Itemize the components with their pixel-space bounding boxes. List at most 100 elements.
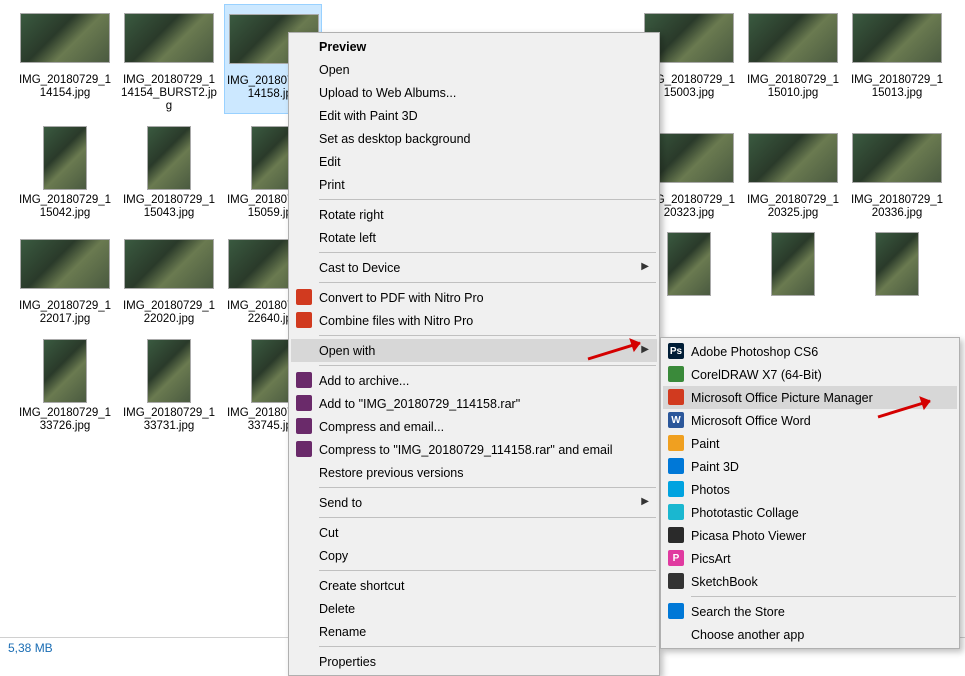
context-menu-item[interactable]: Rename: [291, 620, 657, 643]
thumbnail-image: [16, 4, 114, 72]
thumbnail-label: IMG_20180729_115043.jpg: [120, 194, 218, 220]
rar-icon: [295, 440, 313, 458]
context-menu-item[interactable]: Compress and email...: [291, 415, 657, 438]
annotation-arrow-1: [578, 337, 658, 365]
context-menu-item[interactable]: Print: [291, 173, 657, 196]
pc-icon: [667, 503, 685, 521]
thumbnail-item[interactable]: [848, 230, 946, 326]
context-menu-item[interactable]: Edit: [291, 150, 657, 173]
context-menu-label: Delete: [319, 602, 355, 616]
store-icon: [667, 602, 685, 620]
thumbnail-item[interactable]: IMG_20180729_114154.jpg: [16, 4, 114, 114]
context-menu-item[interactable]: Delete: [291, 597, 657, 620]
openwith-menu-label: Microsoft Office Picture Manager: [691, 391, 873, 405]
context-menu-label: Combine files with Nitro Pro: [319, 314, 473, 328]
openwith-menu-label: SketchBook: [691, 575, 758, 589]
openwith-menu-label: Adobe Photoshop CS6: [691, 345, 818, 359]
openwith-menu-item[interactable]: Photos: [663, 478, 957, 501]
thumbnail-item[interactable]: IMG_20180729_115010.jpg: [744, 4, 842, 114]
thumbnail-item[interactable]: [744, 230, 842, 326]
context-menu-item[interactable]: Copy: [291, 544, 657, 567]
ps-icon: Ps: [667, 342, 685, 360]
context-menu-item[interactable]: Add to "IMG_20180729_114158.rar": [291, 392, 657, 415]
thumbnail-item[interactable]: IMG_20180729_120336.jpg: [848, 124, 946, 220]
openwith-menu-label: Choose another app: [691, 628, 804, 642]
thumbnail-item[interactable]: IMG_20180729_120325.jpg: [744, 124, 842, 220]
thumbnail-image: [16, 230, 114, 298]
word-icon: W: [667, 411, 685, 429]
thumbnail-item[interactable]: IMG_20180729_122017.jpg: [16, 230, 114, 326]
openwith-menu-item[interactable]: SketchBook: [663, 570, 957, 593]
context-menu-item[interactable]: Combine files with Nitro Pro: [291, 309, 657, 332]
context-menu-item[interactable]: Cast to Device▶: [291, 256, 657, 279]
context-menu-item[interactable]: Rotate left: [291, 226, 657, 249]
context-menu-label: Restore previous versions: [319, 466, 464, 480]
openwith-menu-item[interactable]: Paint: [663, 432, 957, 455]
openwith-menu-separator: [691, 596, 956, 597]
nitro-icon: [295, 288, 313, 306]
context-menu-separator: [319, 252, 656, 253]
context-menu-item[interactable]: Upload to Web Albums...: [291, 81, 657, 104]
context-menu-item[interactable]: Compress to "IMG_20180729_114158.rar" an…: [291, 438, 657, 461]
context-menu-label: Rename: [319, 625, 366, 639]
context-menu-item[interactable]: Rotate right: [291, 203, 657, 226]
thumbnail-image: [744, 124, 842, 192]
openwith-menu-label: Picasa Photo Viewer: [691, 529, 806, 543]
thumbnail-item[interactable]: IMG_20180729_115042.jpg: [16, 124, 114, 220]
openwith-menu-item[interactable]: Search the Store: [663, 600, 957, 623]
context-menu-item[interactable]: Edit with Paint 3D: [291, 104, 657, 127]
context-menu-item[interactable]: Properties: [291, 650, 657, 673]
context-menu-separator: [319, 570, 656, 571]
thumbnail-image: [120, 4, 218, 72]
context-menu-label: Print: [319, 178, 345, 192]
context-menu-label: Cut: [319, 526, 338, 540]
sb-icon: [667, 572, 685, 590]
context-menu-separator: [319, 646, 656, 647]
context-menu-separator: [319, 282, 656, 283]
openwith-menu-item[interactable]: Ps Adobe Photoshop CS6: [663, 340, 957, 363]
thumbnail-label: IMG_20180729_122020.jpg: [120, 300, 218, 326]
thumbnail-label: IMG_20180729_120325.jpg: [744, 194, 842, 220]
openwith-menu-item[interactable]: Phototastic Collage: [663, 501, 957, 524]
context-menu-item[interactable]: Cut: [291, 521, 657, 544]
thumbnail-item[interactable]: IMG_20180729_122020.jpg: [120, 230, 218, 326]
openwith-menu-label: Photos: [691, 483, 730, 497]
context-menu-label: Compress and email...: [319, 420, 444, 434]
thumbnail-image: [120, 337, 218, 405]
context-menu-label: Open with: [319, 344, 375, 358]
context-menu-item[interactable]: Send to▶: [291, 491, 657, 514]
thumbnail-image: [848, 124, 946, 192]
rar-icon: [295, 417, 313, 435]
thumbnail-item[interactable]: IMG_20180729_133726.jpg: [16, 337, 114, 433]
openwith-menu-label: Phototastic Collage: [691, 506, 799, 520]
thumbnail-label: IMG_20180729_114154_BURST2.jpg: [120, 74, 218, 114]
thumbnail-item[interactable]: IMG_20180729_115013.jpg: [848, 4, 946, 114]
context-menu-item[interactable]: Convert to PDF with Nitro Pro: [291, 286, 657, 309]
openwith-menu-item[interactable]: Choose another app: [663, 623, 957, 646]
context-menu-label: Rotate right: [319, 208, 384, 222]
thumbnail-label: IMG_20180729_120336.jpg: [848, 194, 946, 220]
context-menu-label: Add to "IMG_20180729_114158.rar": [319, 397, 520, 411]
context-menu-item[interactable]: Restore previous versions: [291, 461, 657, 484]
context-menu-item[interactable]: Preview: [291, 35, 657, 58]
openwith-menu-item[interactable]: PPicsArt: [663, 547, 957, 570]
thumbnail-image: [120, 230, 218, 298]
thumbnail-image: [848, 230, 946, 298]
openwith-menu-item[interactable]: Picasa Photo Viewer: [663, 524, 957, 547]
thumbnail-label: IMG_20180729_133726.jpg: [16, 407, 114, 433]
context-menu-item[interactable]: Create shortcut: [291, 574, 657, 597]
p3d-icon: [667, 457, 685, 475]
openwith-menu-item[interactable]: CorelDRAW X7 (64-Bit): [663, 363, 957, 386]
annotation-arrow-2: [868, 395, 948, 423]
context-menu-label: Cast to Device: [319, 261, 400, 275]
openwith-submenu: Ps Adobe Photoshop CS6 CorelDRAW X7 (64-Bi…: [660, 337, 960, 649]
context-menu-item[interactable]: Open: [291, 58, 657, 81]
thumbnail-item[interactable]: IMG_20180729_115043.jpg: [120, 124, 218, 220]
thumbnail-item[interactable]: IMG_20180729_133731.jpg: [120, 337, 218, 433]
thumbnail-item[interactable]: IMG_20180729_114154_BURST2.jpg: [120, 4, 218, 114]
openwith-menu-item[interactable]: Paint 3D: [663, 455, 957, 478]
thumbnail-label: IMG_20180729_115010.jpg: [744, 74, 842, 100]
context-menu-item[interactable]: Set as desktop background: [291, 127, 657, 150]
thumbnail-image: [16, 124, 114, 192]
context-menu-item[interactable]: Add to archive...: [291, 369, 657, 392]
